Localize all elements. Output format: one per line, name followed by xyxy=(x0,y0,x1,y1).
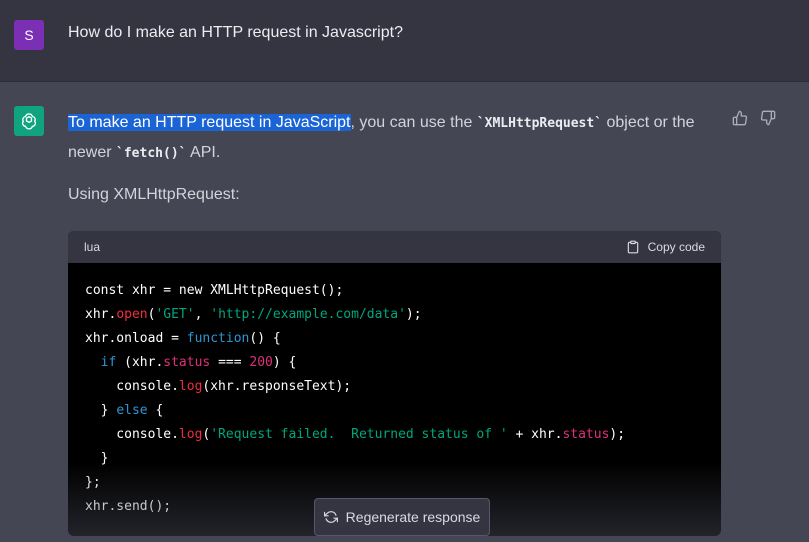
code-line: } else { xyxy=(85,403,164,418)
code-line: if (xhr.status === 200) { xyxy=(100,355,297,370)
user-message-row: S How do I make an HTTP request in Javas… xyxy=(0,0,809,82)
code-line: xhr.open('GET', 'http://example.com/data… xyxy=(85,307,422,322)
code-line: xhr.onload = function() { xyxy=(85,331,281,346)
assistant-paragraph: To make an HTTP request in JavaScript, y… xyxy=(68,108,708,168)
user-avatar: S xyxy=(14,20,44,50)
clipboard-icon xyxy=(627,240,638,254)
regenerate-label: Regenerate response xyxy=(345,509,481,525)
paragraph-text: API. xyxy=(186,144,221,161)
user-message-text: How do I make an HTTP request in Javascr… xyxy=(68,24,403,41)
paragraph-text: , you can use the xyxy=(350,114,477,131)
assistant-avatar xyxy=(14,106,44,136)
code-line: } xyxy=(85,451,109,466)
inline-code: `XMLHttpRequest` xyxy=(476,116,603,131)
refresh-icon xyxy=(323,511,338,523)
thumbs-up-icon[interactable] xyxy=(732,110,748,126)
subheading: Using XMLHttpRequest: xyxy=(68,186,240,203)
code-block-header: lua Copy code xyxy=(68,231,721,263)
feedback-buttons xyxy=(732,110,776,126)
code-language-label: lua xyxy=(84,240,101,254)
code-line: }; xyxy=(85,475,101,490)
thumbs-down-icon[interactable] xyxy=(760,110,776,126)
copy-code-button[interactable]: Copy code xyxy=(626,240,705,254)
code-block: lua Copy code const xhr = new XMLHttpReq… xyxy=(68,231,721,536)
code-content: const xhr = new XMLHttpRequest(); xhr.ope… xyxy=(68,263,721,535)
inline-code: `fetch()` xyxy=(116,146,187,161)
copy-code-label: Copy code xyxy=(647,240,705,254)
assistant-message-row: To make an HTTP request in JavaScript, y… xyxy=(0,82,809,542)
code-line: console.log('Request failed. Returned st… xyxy=(85,427,626,442)
selected-text: To make an HTTP request in JavaScript xyxy=(68,114,351,131)
regenerate-response-button[interactable]: Regenerate response xyxy=(314,498,490,536)
openai-logo-icon xyxy=(21,113,37,130)
code-line: const xhr = new XMLHttpRequest(); xyxy=(85,283,344,298)
code-line: console.log(xhr.responseText); xyxy=(85,379,352,394)
